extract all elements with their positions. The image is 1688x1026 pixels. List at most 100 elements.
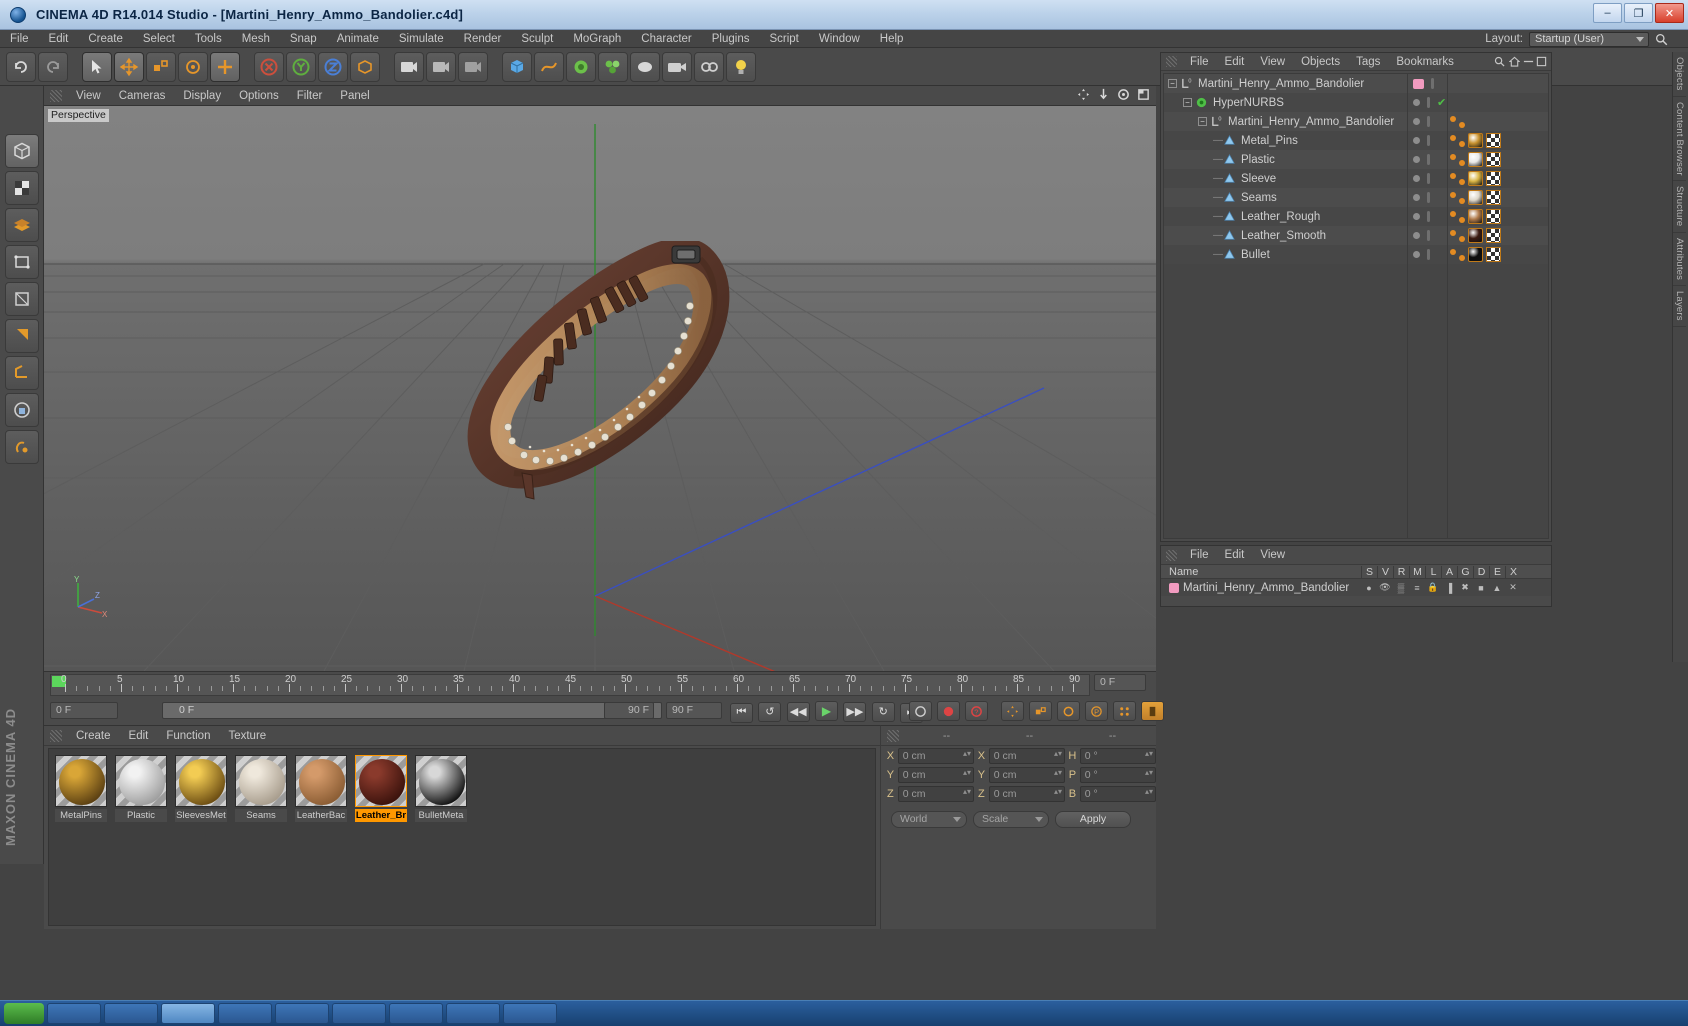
collapse-icon[interactable] [1523, 56, 1534, 67]
layer-rows[interactable]: Martini_Henry_Ammo_Bandolier ● 👁 ▒ ≡ 🔒 ▐ ✖ ■ ▲ ✕ [1161, 579, 1551, 596]
autokey-icon[interactable] [909, 701, 932, 721]
polygons-mode-button[interactable] [4, 282, 39, 316]
position-field[interactable]: 0 cm ▴▾ [897, 767, 974, 783]
size-field[interactable]: 0 cm ▴▾ [988, 767, 1065, 783]
visibility-dot[interactable] [1413, 232, 1420, 239]
layer-toggle-d[interactable]: ■ [1473, 583, 1489, 593]
layer-toggle-a[interactable]: ▐ [1441, 583, 1457, 593]
material-tag-icon[interactable] [1468, 228, 1483, 243]
goto-start-button[interactable]: ⏮ [730, 702, 753, 723]
material-tag-icon[interactable] [1468, 190, 1483, 205]
menu-character[interactable]: Character [631, 30, 702, 48]
object-tags-row[interactable] [1447, 112, 1548, 131]
menu-sculpt[interactable]: Sculpt [511, 30, 563, 48]
tag-dot-icon[interactable] [1450, 248, 1456, 255]
visibility-dot[interactable] [1413, 137, 1420, 144]
next-key-button[interactable]: ↻ [871, 701, 895, 722]
tag-dot-icon[interactable] [1459, 121, 1465, 128]
panel-grip-icon[interactable] [887, 729, 899, 742]
object-visibility-row[interactable] [1407, 112, 1447, 131]
viewport-menu-view[interactable]: View [67, 90, 110, 102]
material-name[interactable]: SleevesMet [175, 809, 227, 822]
render-settings-button[interactable] [458, 51, 488, 82]
object-menu-file[interactable]: File [1182, 56, 1217, 68]
render-region-button[interactable] [426, 51, 456, 82]
layer-color-swatch[interactable] [1413, 78, 1424, 89]
object-tags-row[interactable] [1447, 207, 1548, 226]
material-tag-icon[interactable] [1468, 152, 1483, 167]
stepper-icon[interactable]: ▴▾ [1145, 750, 1153, 758]
object-row[interactable]: — Metal_Pins [1164, 131, 1407, 150]
material-item[interactable]: MetalPins [55, 755, 107, 822]
taskbar-item-active[interactable] [161, 1003, 215, 1024]
maximize-button[interactable]: ❐ [1624, 3, 1653, 23]
points-mode-button[interactable] [4, 208, 39, 242]
panel-grip-icon[interactable] [50, 89, 62, 102]
animation-mode-button[interactable] [1141, 701, 1164, 721]
object-visibility-row[interactable]: ✔ [1407, 93, 1447, 112]
object-row[interactable]: − 0 Martini_Henry_Ammo_Bandolier [1164, 112, 1407, 131]
layer-toggle-x[interactable]: ✕ [1505, 582, 1521, 593]
tag-dot-icon[interactable] [1450, 153, 1456, 160]
viewport-menu-display[interactable]: Display [174, 90, 230, 102]
visibility-dot[interactable] [1413, 175, 1420, 182]
texture-mode-button[interactable] [4, 171, 39, 205]
viewport-menu-cameras[interactable]: Cameras [110, 90, 175, 102]
record-rotation-icon[interactable] [1057, 701, 1080, 721]
uvw-tag-icon[interactable] [1486, 209, 1501, 224]
taskbar-item-5[interactable] [332, 1003, 386, 1024]
edges-mode-button[interactable] [4, 245, 39, 279]
object-visibility-row[interactable] [1407, 245, 1447, 264]
layer-column-header[interactable]: D [1473, 565, 1489, 578]
visibility-dot[interactable] [1413, 156, 1420, 163]
material-name[interactable]: Seams [235, 809, 287, 822]
zoom-view-icon[interactable] [1097, 88, 1110, 101]
visibility-dot[interactable] [1413, 251, 1420, 258]
material-menu-texture[interactable]: Texture [219, 730, 275, 742]
viewport-menu-filter[interactable]: Filter [288, 90, 332, 102]
layer-toggle-r[interactable]: ▒ [1393, 583, 1409, 593]
menu-script[interactable]: Script [759, 30, 808, 48]
search-icon[interactable] [1655, 33, 1668, 46]
object-visibility-row[interactable] [1407, 131, 1447, 150]
frame-display-field[interactable]: 0 F [1094, 674, 1146, 691]
stepper-icon[interactable]: ▴▾ [1054, 750, 1062, 758]
home-icon[interactable] [1509, 56, 1520, 67]
material-list[interactable]: MetalPins Plastic SleevesMet Seams LeatherBa… [48, 748, 876, 926]
preview-end-field[interactable]: 90 F [604, 702, 654, 719]
object-manager-tree[interactable]: −0 Martini_Henry_Ammo_Bandolier − HyperNURB… [1163, 73, 1549, 539]
material-thumbnail[interactable] [235, 755, 287, 807]
object-row[interactable]: — Plastic [1164, 150, 1407, 169]
tag-dot-icon[interactable] [1450, 115, 1456, 122]
visibility-dot[interactable] [1413, 213, 1420, 220]
record-position-icon[interactable] [1001, 701, 1024, 721]
editor-visibility-dots[interactable] [1427, 249, 1430, 260]
object-tags-row[interactable] [1447, 150, 1548, 169]
taskbar-item-8[interactable] [503, 1003, 557, 1024]
world-object-coordinates-button[interactable] [350, 51, 380, 82]
coordinate-mode-select[interactable]: Scale [973, 811, 1049, 828]
scale-tool-button[interactable] [146, 51, 176, 82]
add-camera-button[interactable] [662, 51, 692, 82]
taskbar-item-4[interactable] [275, 1003, 329, 1024]
material-thumbnail[interactable] [295, 755, 347, 807]
stepper-icon[interactable]: ▴▾ [1145, 788, 1153, 796]
layer-name-cell[interactable]: Martini_Henry_Ammo_Bandolier [1161, 582, 1361, 594]
object-name[interactable]: Martini_Henry_Ammo_Bandolier [1198, 78, 1364, 90]
object-axis-mode-button[interactable] [4, 319, 39, 353]
lock-x-axis-button[interactable] [254, 51, 284, 82]
object-tags-row[interactable] [1447, 169, 1548, 188]
layer-column-header[interactable]: G [1457, 565, 1473, 578]
layer-row[interactable]: Martini_Henry_Ammo_Bandolier ● 👁 ▒ ≡ 🔒 ▐ ✖ ■ ▲ ✕ [1161, 579, 1551, 596]
taskbar-item-3[interactable] [218, 1003, 272, 1024]
object-name[interactable]: Leather_Smooth [1241, 230, 1326, 242]
material-tag-icon[interactable] [1468, 247, 1483, 262]
add-scene-object-button[interactable] [630, 51, 660, 82]
close-button[interactable]: ✕ [1655, 3, 1684, 23]
material-item[interactable]: Plastic [115, 755, 167, 822]
axis-lock-button[interactable] [4, 393, 39, 427]
move-tool-button[interactable] [114, 51, 144, 82]
check-icon[interactable]: ✔ [1437, 96, 1446, 109]
object-visibility-row[interactable] [1407, 169, 1447, 188]
viewport-3d-canvas[interactable]: Perspective Y X Z [44, 106, 1156, 671]
